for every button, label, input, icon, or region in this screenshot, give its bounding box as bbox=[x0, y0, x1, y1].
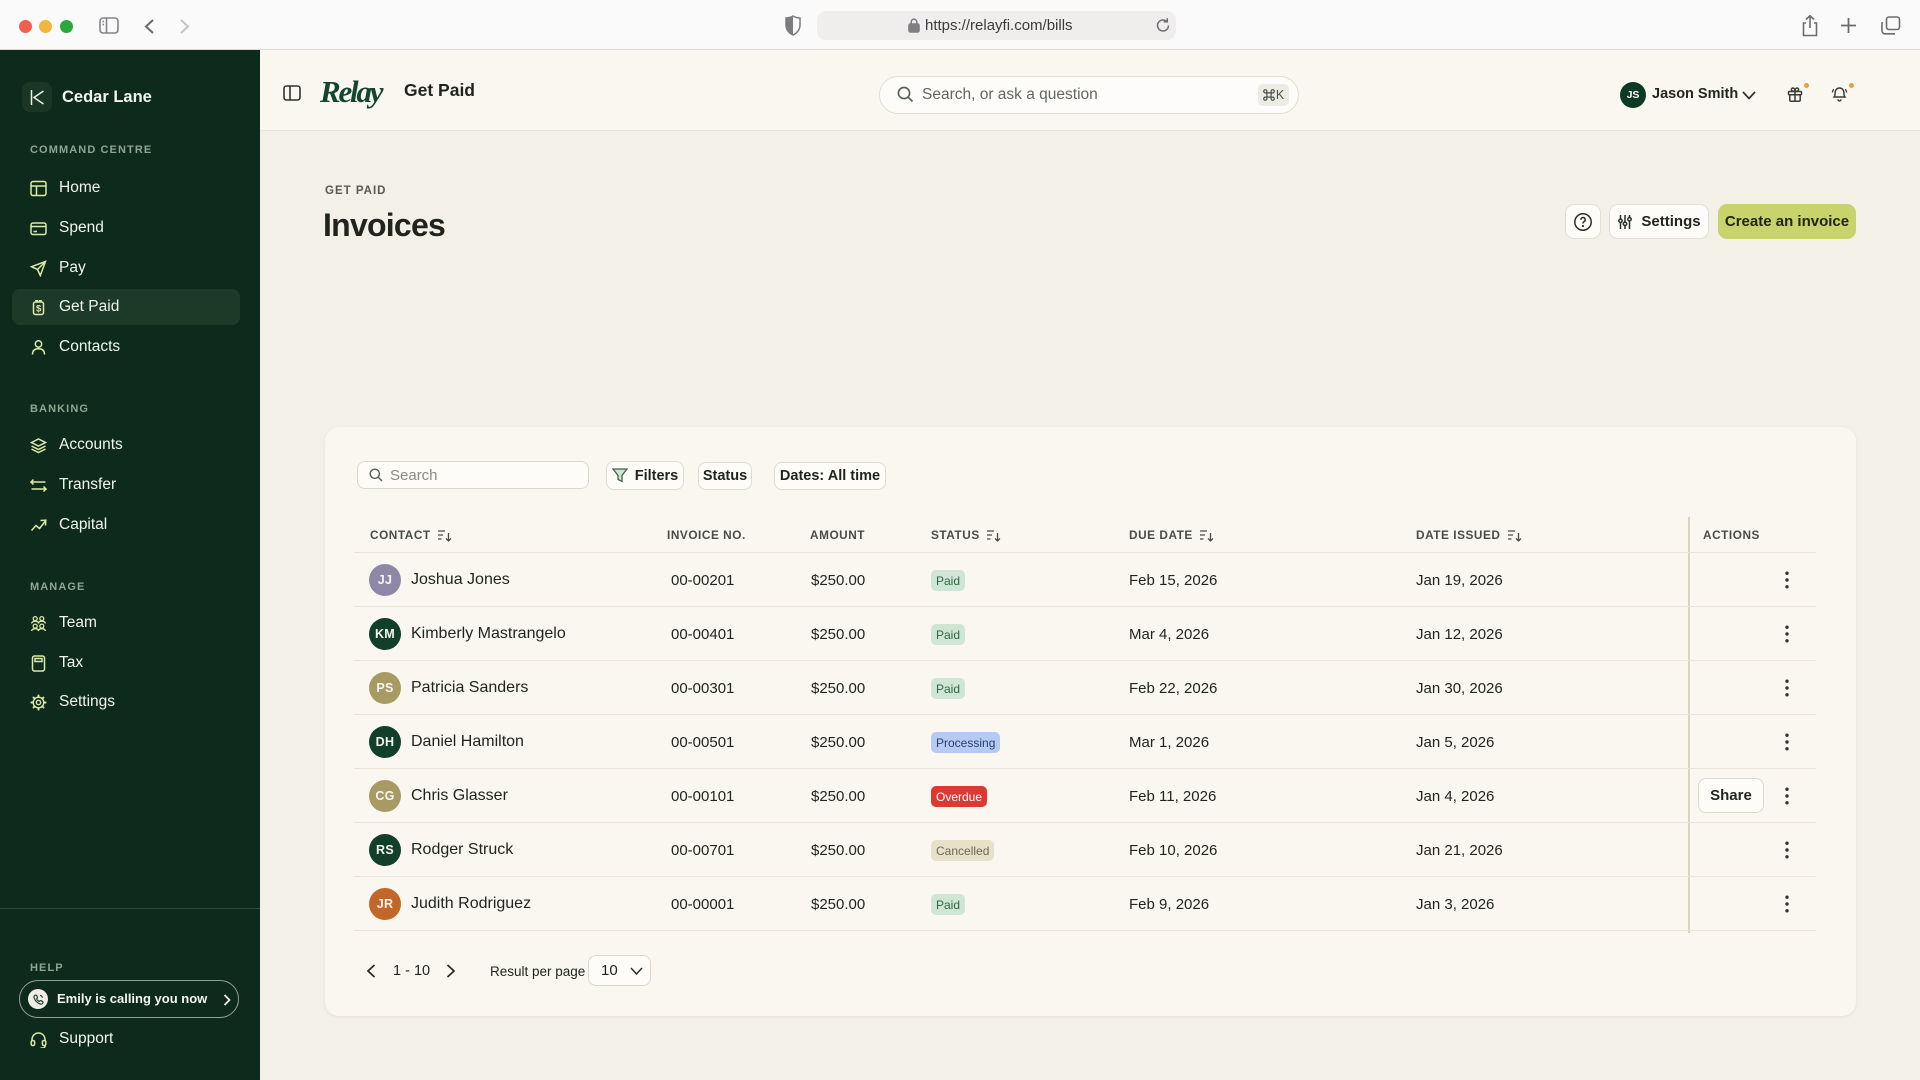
svg-text:Relay: Relay bbox=[320, 74, 384, 109]
svg-text:$: $ bbox=[36, 303, 42, 314]
